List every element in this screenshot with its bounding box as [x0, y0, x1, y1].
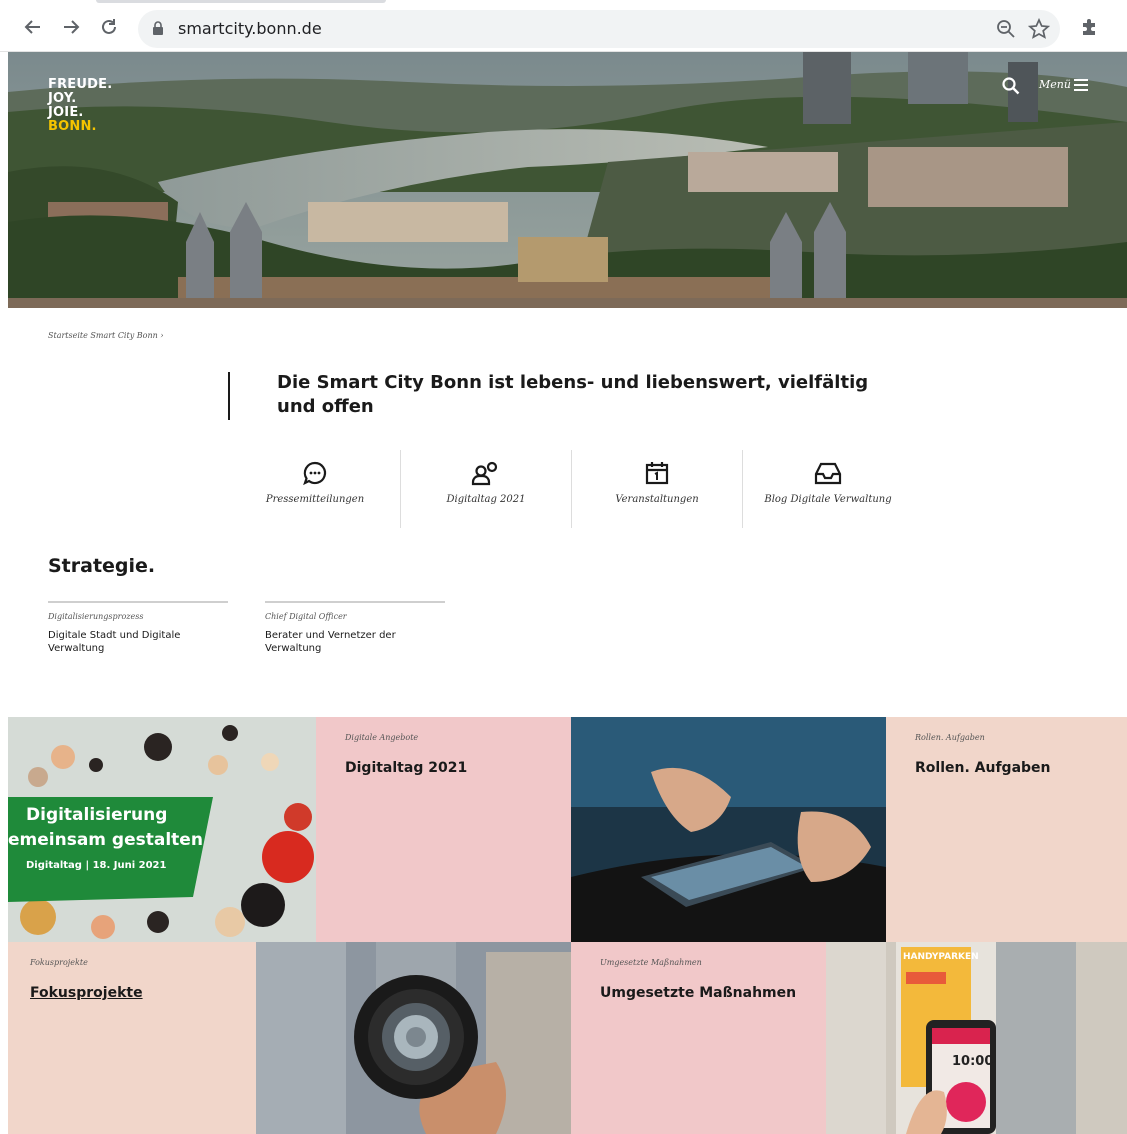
- browser-toolbar: smartcity.bonn.de: [0, 0, 1127, 52]
- lock-icon: [153, 21, 163, 35]
- extensions-icon[interactable]: [1080, 17, 1100, 37]
- bookmark-star-icon[interactable]: [1028, 18, 1050, 40]
- reload-icon: [102, 19, 116, 34]
- bonn-panorama-image: [8, 52, 1127, 308]
- quicklink-label: Digitaltag 2021: [446, 494, 526, 505]
- calendar-icon: [645, 462, 669, 485]
- logo-line: FREUDE.: [48, 77, 113, 92]
- tile-title: Digitaltag 2021: [345, 760, 468, 776]
- inbox-icon: [814, 462, 842, 485]
- menu-label[interactable]: Menü: [1039, 78, 1071, 91]
- card-title-line: Verwaltung: [265, 643, 322, 654]
- parking-meter-image: [826, 942, 1127, 1134]
- breadcrumb[interactable]: Startseite Smart City Bonn ›: [48, 331, 164, 340]
- card-kicker: Digitalisierungsprozess: [48, 612, 144, 621]
- card-title: Digitale Stadt und Digitale Verwaltung: [48, 629, 228, 655]
- tile-digitaltag-banner[interactable]: Digitalisierung emeinsam gestalten Digit…: [8, 717, 316, 942]
- people-icon: [471, 461, 498, 486]
- headline-accent-bar: [228, 372, 230, 420]
- tile-title[interactable]: Fokusprojekte: [30, 985, 143, 1001]
- quicklink-veranstaltungen[interactable]: Veranstaltungen: [572, 450, 742, 528]
- quicklink-label: Pressemitteilungen: [265, 494, 365, 505]
- tile-kicker: Rollen. Aufgaben: [915, 733, 985, 742]
- arrow-left-icon: [24, 20, 40, 34]
- address-bar[interactable]: smartcity.bonn.de: [138, 10, 1060, 48]
- phone-time: 10:00: [952, 1054, 994, 1069]
- page-headline: Die Smart City Bonn ist lebens- und lieb…: [277, 372, 869, 417]
- camera-lens-image: [256, 942, 571, 1134]
- card-title-line: Berater und Vernetzer der: [265, 630, 396, 641]
- quicklink-pressemitteilungen[interactable]: Pressemitteilungen: [230, 450, 400, 528]
- tile-smartphone-photo[interactable]: [571, 717, 886, 942]
- tile-handyparken-photo[interactable]: HANDYPARKEN 10:00: [826, 942, 1127, 1134]
- zoom-icon[interactable]: [996, 19, 1016, 39]
- tile-title: Umgesetzte Maßnahmen: [600, 985, 797, 1001]
- smartphone-hands-image: [571, 717, 886, 942]
- strategy-card-cdo[interactable]: Chief Digital Officer Berater und Vernet…: [265, 601, 445, 655]
- logo-line: JOY.: [48, 91, 77, 106]
- tab-strip-edge: [96, 0, 386, 3]
- quicklink-label: Veranstaltungen: [615, 494, 699, 505]
- search-icon[interactable]: [1002, 77, 1020, 95]
- handyparken-sign: HANDYPARKEN: [903, 952, 979, 962]
- card-kicker: Chief Digital Officer: [265, 612, 347, 621]
- card-title-line: Digitale Stadt und Digitale: [48, 630, 181, 641]
- tile-fokus[interactable]: Fokusprojekte Fokusprojekte: [8, 942, 256, 1134]
- card-title: Berater und Vernetzer der Verwaltung: [265, 629, 445, 655]
- tile-rollen[interactable]: Rollen. Aufgaben Rollen. Aufgaben: [886, 717, 1127, 942]
- logo-line: JOIE.: [48, 105, 84, 120]
- tile-kicker: Umgesetzte Maßnahmen: [600, 958, 702, 967]
- tile-kicker: Fokusprojekte: [30, 958, 88, 967]
- hamburger-menu-icon[interactable]: [1074, 79, 1088, 91]
- banner-text-line: Digitalisierung: [26, 805, 168, 825]
- tile-lens-photo[interactable]: [256, 942, 571, 1134]
- banner-text-line: Digitaltag | 18. Juni 2021: [26, 860, 167, 871]
- url-text[interactable]: smartcity.bonn.de: [178, 19, 322, 38]
- banner-text-line: emeinsam gestalten: [8, 830, 203, 850]
- arrow-right-icon: [64, 20, 80, 34]
- strategy-card-digitalisierung[interactable]: Digitalisierungsprozess Digitale Stadt u…: [48, 601, 228, 655]
- tile-kicker: Digitale Angebote: [345, 733, 419, 742]
- quicklink-label: Blog Digitale Verwaltung: [764, 494, 892, 505]
- chat-bubble-icon: [303, 461, 327, 486]
- strategy-heading: Strategie.: [48, 555, 156, 577]
- card-title-line: Verwaltung: [48, 643, 105, 654]
- quicklink-blog[interactable]: Blog Digitale Verwaltung: [743, 450, 913, 528]
- freude-joy-joie-bonn-logo[interactable]: FREUDE. JOY. JOIE. BONN.: [48, 78, 112, 134]
- quicklink-digitaltag[interactable]: Digitaltag 2021: [401, 450, 571, 528]
- back-button[interactable]: [20, 14, 46, 40]
- hero-banner: FREUDE. JOY. JOIE. BONN. Menü: [8, 52, 1127, 308]
- tile-massnahmen[interactable]: Umgesetzte Maßnahmen Umgesetzte Maßnahme…: [571, 942, 826, 1134]
- tile-digitaltag[interactable]: Digitale Angebote Digitaltag 2021: [316, 717, 571, 942]
- reload-button[interactable]: [96, 14, 122, 40]
- logo-line: BONN.: [48, 119, 97, 134]
- tile-title: Rollen. Aufgaben: [915, 760, 1051, 776]
- forward-button[interactable]: [58, 14, 84, 40]
